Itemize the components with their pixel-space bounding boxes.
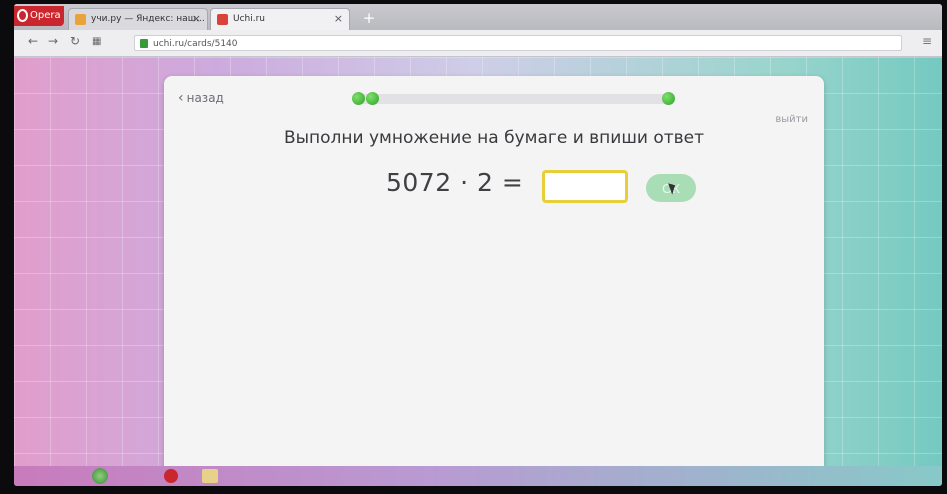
address-toolbar: ← → ↻ ▦ uchi.ru/cards/5140 ≡ bbox=[14, 30, 942, 57]
forward-arrow-icon[interactable]: → bbox=[48, 34, 58, 48]
menu-icon[interactable]: ≡ bbox=[922, 34, 932, 48]
tab-label: учи.ру — Яндекс: наш… bbox=[91, 14, 205, 24]
tab-label: Uchi.ru bbox=[233, 14, 266, 24]
progress-dot-end bbox=[662, 92, 675, 105]
lock-icon bbox=[140, 39, 148, 48]
back-link[interactable]: ‹ назад bbox=[178, 90, 224, 106]
close-tab-icon[interactable]: × bbox=[334, 9, 343, 29]
new-tab-button[interactable]: + bbox=[359, 9, 379, 27]
folder-taskbar-icon[interactable] bbox=[202, 469, 218, 483]
opera-taskbar-icon[interactable] bbox=[164, 469, 178, 483]
opera-logo-icon bbox=[17, 9, 28, 22]
monitor-screen: Opera учи.ру — Яндекс: наш… × Uchi.ru × … bbox=[14, 4, 942, 486]
url-text: uchi.ru/cards/5140 bbox=[153, 39, 238, 49]
chevron-left-icon: ‹ bbox=[178, 90, 184, 106]
progress-bar bbox=[352, 92, 675, 105]
opera-menu-label: Opera bbox=[30, 10, 61, 21]
exit-link[interactable]: выйти bbox=[775, 114, 808, 125]
close-tab-icon[interactable]: × bbox=[192, 9, 201, 29]
task-instruction: Выполни умножение на бумаге и впиши отве… bbox=[283, 128, 705, 148]
tab-uchi[interactable]: Uchi.ru × bbox=[210, 8, 350, 30]
answer-input[interactable] bbox=[542, 170, 628, 203]
equation: 5072 · 2 = bbox=[386, 168, 524, 197]
speed-dial-icon[interactable]: ▦ bbox=[92, 36, 101, 47]
back-arrow-icon[interactable]: ← bbox=[28, 34, 38, 48]
os-taskbar bbox=[14, 466, 942, 486]
back-label: назад bbox=[186, 91, 224, 105]
start-button-icon[interactable] bbox=[92, 468, 108, 484]
progress-dot-completed bbox=[366, 92, 379, 105]
uchi-favicon-icon bbox=[217, 14, 228, 25]
address-field[interactable]: uchi.ru/cards/5140 bbox=[134, 35, 902, 51]
progress-dot-completed bbox=[352, 92, 365, 105]
opera-menu-button[interactable]: Opera bbox=[14, 6, 64, 26]
tab-yandex[interactable]: учи.ру — Яндекс: наш… × bbox=[68, 8, 208, 30]
browser-tab-bar: Opera учи.ру — Яндекс: наш… × Uchi.ru × … bbox=[14, 4, 942, 30]
yandex-favicon-icon bbox=[75, 14, 86, 25]
task-card: ‹ назад выйти Выполни умножение на бумаге… bbox=[164, 76, 824, 476]
reload-icon[interactable]: ↻ bbox=[70, 34, 80, 48]
